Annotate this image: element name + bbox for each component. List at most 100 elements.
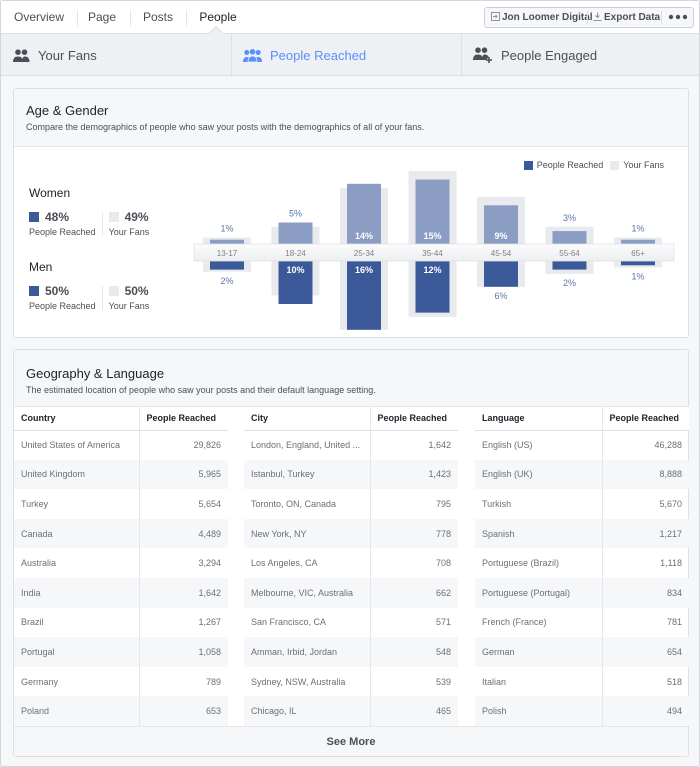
age-tick-label: 25-34 bbox=[354, 249, 375, 258]
tab-divider bbox=[77, 10, 78, 26]
subtab-people-reached[interactable]: People Reached bbox=[243, 34, 366, 76]
subtab-your-fans[interactable]: Your Fans bbox=[13, 34, 97, 76]
women-value-label: 14% bbox=[355, 231, 373, 241]
subtab-label: People Reached bbox=[270, 47, 367, 63]
reached-swatch bbox=[29, 212, 39, 222]
table-row: Polish 494 bbox=[475, 696, 689, 726]
row-name-cell: Portugal bbox=[14, 637, 140, 667]
row-value-cell: 1,118 bbox=[660, 558, 682, 569]
column-header-name[interactable]: City bbox=[244, 407, 371, 431]
tab-page[interactable]: Page bbox=[81, 1, 123, 34]
women-value-label: 1% bbox=[220, 224, 233, 234]
table-row: Turkey 5,654 bbox=[14, 489, 228, 519]
row-name-cell: Turkey bbox=[14, 489, 140, 519]
row-name-cell: Sydney, NSW, Australia bbox=[244, 666, 371, 697]
table-row: London, England, United ... 1,642 bbox=[244, 430, 458, 460]
row-name-cell: Canada bbox=[14, 518, 140, 549]
reached-bar-men bbox=[484, 261, 518, 287]
table-row: Turkish 5,670 bbox=[475, 489, 689, 519]
export-data-button[interactable]: Export Data bbox=[593, 8, 660, 27]
age-tick-label: 18-24 bbox=[285, 249, 306, 258]
subtab-label: Your Fans bbox=[38, 47, 97, 63]
fans-bar-women bbox=[408, 170, 457, 244]
women-reached-pct: 48% bbox=[45, 210, 70, 224]
more-dots-icon bbox=[668, 14, 688, 20]
column-header-people-reached[interactable]: People Reached bbox=[139, 407, 228, 431]
reached-bar-men bbox=[415, 261, 450, 313]
download-icon bbox=[593, 12, 602, 21]
row-value-cell: 5,670 bbox=[659, 498, 682, 509]
row-value-cell: 653 bbox=[139, 696, 228, 726]
women-value-label: 1% bbox=[631, 224, 644, 234]
table-row: Italian 518 bbox=[475, 666, 689, 697]
table-row: German 654 bbox=[475, 637, 689, 667]
row-value-cell: 3,294 bbox=[198, 558, 221, 569]
row-value-cell: 795 bbox=[435, 498, 451, 509]
row-value-cell: 708 bbox=[435, 558, 451, 569]
row-value-cell: 654 bbox=[602, 637, 689, 667]
stat-divider bbox=[101, 212, 103, 236]
column-header-name[interactable]: Country bbox=[14, 407, 140, 431]
fans-bar-women bbox=[614, 237, 662, 244]
fans-bar-men bbox=[408, 261, 457, 317]
age-tick-label: 35-44 bbox=[422, 249, 443, 258]
more-options-button[interactable] bbox=[668, 8, 688, 27]
row-value-cell: 1,642 bbox=[428, 440, 451, 451]
geography-header: Geography & Language The estimated locat… bbox=[14, 350, 688, 407]
men-value-label: 10% bbox=[286, 265, 304, 275]
men-fans-pct: 50% bbox=[124, 284, 149, 298]
people-reached-icon bbox=[243, 48, 262, 62]
see-more-button[interactable]: See More bbox=[14, 726, 688, 756]
fans-bar-women bbox=[340, 188, 388, 244]
stat-divider bbox=[101, 286, 103, 310]
row-value-cell: 1,423 bbox=[370, 459, 458, 490]
row-value-cell: 789 bbox=[205, 676, 221, 687]
women-reached-stat: 48% People Reached bbox=[29, 210, 96, 237]
women-value-label: 3% bbox=[563, 213, 576, 223]
reached-swatch bbox=[29, 286, 39, 296]
page-switch-button[interactable]: Jon Loomer Digital bbox=[491, 8, 593, 27]
men-value-label: 6% bbox=[494, 291, 507, 301]
age-tick-label: 55-64 bbox=[559, 249, 580, 258]
column-header-people-reached[interactable]: People Reached bbox=[370, 407, 458, 431]
table-row: Toronto, ON, Canada 795 bbox=[244, 489, 458, 519]
table-row: Portugal 1,058 bbox=[14, 637, 228, 667]
men-title: Men bbox=[29, 260, 53, 274]
women-value-label: 9% bbox=[494, 231, 507, 241]
tab-posts[interactable]: Posts bbox=[136, 1, 180, 34]
tab-overview[interactable]: Overview bbox=[7, 1, 71, 34]
table-row: Portuguese (Portugal) 834 bbox=[475, 577, 689, 608]
geography-subtitle: The estimated location of people who saw… bbox=[26, 385, 376, 395]
women-title: Women bbox=[29, 186, 71, 200]
row-name-cell: Brazil bbox=[14, 607, 140, 638]
row-name-cell: Poland bbox=[14, 696, 140, 726]
row-value-cell: 1,217 bbox=[602, 518, 689, 549]
men-fans-label: Your Fans bbox=[108, 301, 150, 311]
fans-bar-women bbox=[477, 196, 525, 244]
row-name-cell: Spanish bbox=[475, 518, 603, 549]
row-name-cell: Chicago, IL bbox=[244, 696, 371, 726]
men-value-label: 16% bbox=[355, 265, 373, 275]
age-tick-label: 45-54 bbox=[491, 249, 512, 258]
reached-bar-women bbox=[621, 239, 655, 244]
row-value-cell: 5,654 bbox=[198, 498, 221, 509]
subtab-people-engaged[interactable]: People Engaged bbox=[473, 34, 597, 76]
column-header-people-reached[interactable]: People Reached bbox=[602, 407, 689, 431]
subtab-divider bbox=[461, 34, 462, 76]
reached-bar-women bbox=[347, 183, 381, 244]
row-value-cell: 571 bbox=[435, 617, 451, 628]
reached-bar-women bbox=[552, 231, 587, 244]
table-row: Spanish 1,217 bbox=[475, 518, 689, 549]
women-value-label: 15% bbox=[423, 231, 441, 241]
row-name-cell: United States of America bbox=[14, 430, 140, 460]
women-fans-stat: 49% Your Fans bbox=[108, 210, 149, 237]
subtab-label: People Engaged bbox=[501, 47, 598, 63]
reached-bar-men bbox=[621, 261, 655, 266]
table-row: India 1,642 bbox=[14, 577, 228, 608]
fans-bar-men bbox=[614, 261, 662, 268]
column-header-name[interactable]: Language bbox=[475, 407, 603, 431]
legend-label-fans: Your Fans bbox=[623, 160, 664, 170]
row-name-cell: Germany bbox=[14, 666, 140, 697]
row-name-cell: London, England, United ... bbox=[244, 430, 371, 460]
row-name-cell: Los Angeles, CA bbox=[244, 548, 371, 578]
